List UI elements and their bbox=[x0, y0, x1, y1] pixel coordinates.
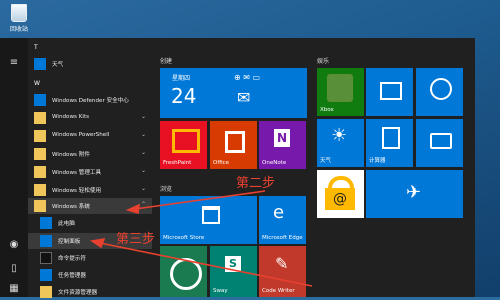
arrow-step2-head bbox=[125, 203, 140, 215]
annotation-arrows bbox=[89, 190, 313, 287]
arrow-step3-head bbox=[89, 237, 106, 249]
arrow-step2 bbox=[134, 190, 266, 210]
annotation-step3: 第三步 bbox=[116, 232, 156, 247]
annotation-step2: 第二步 bbox=[236, 176, 276, 191]
arrow-step3 bbox=[99, 242, 313, 287]
